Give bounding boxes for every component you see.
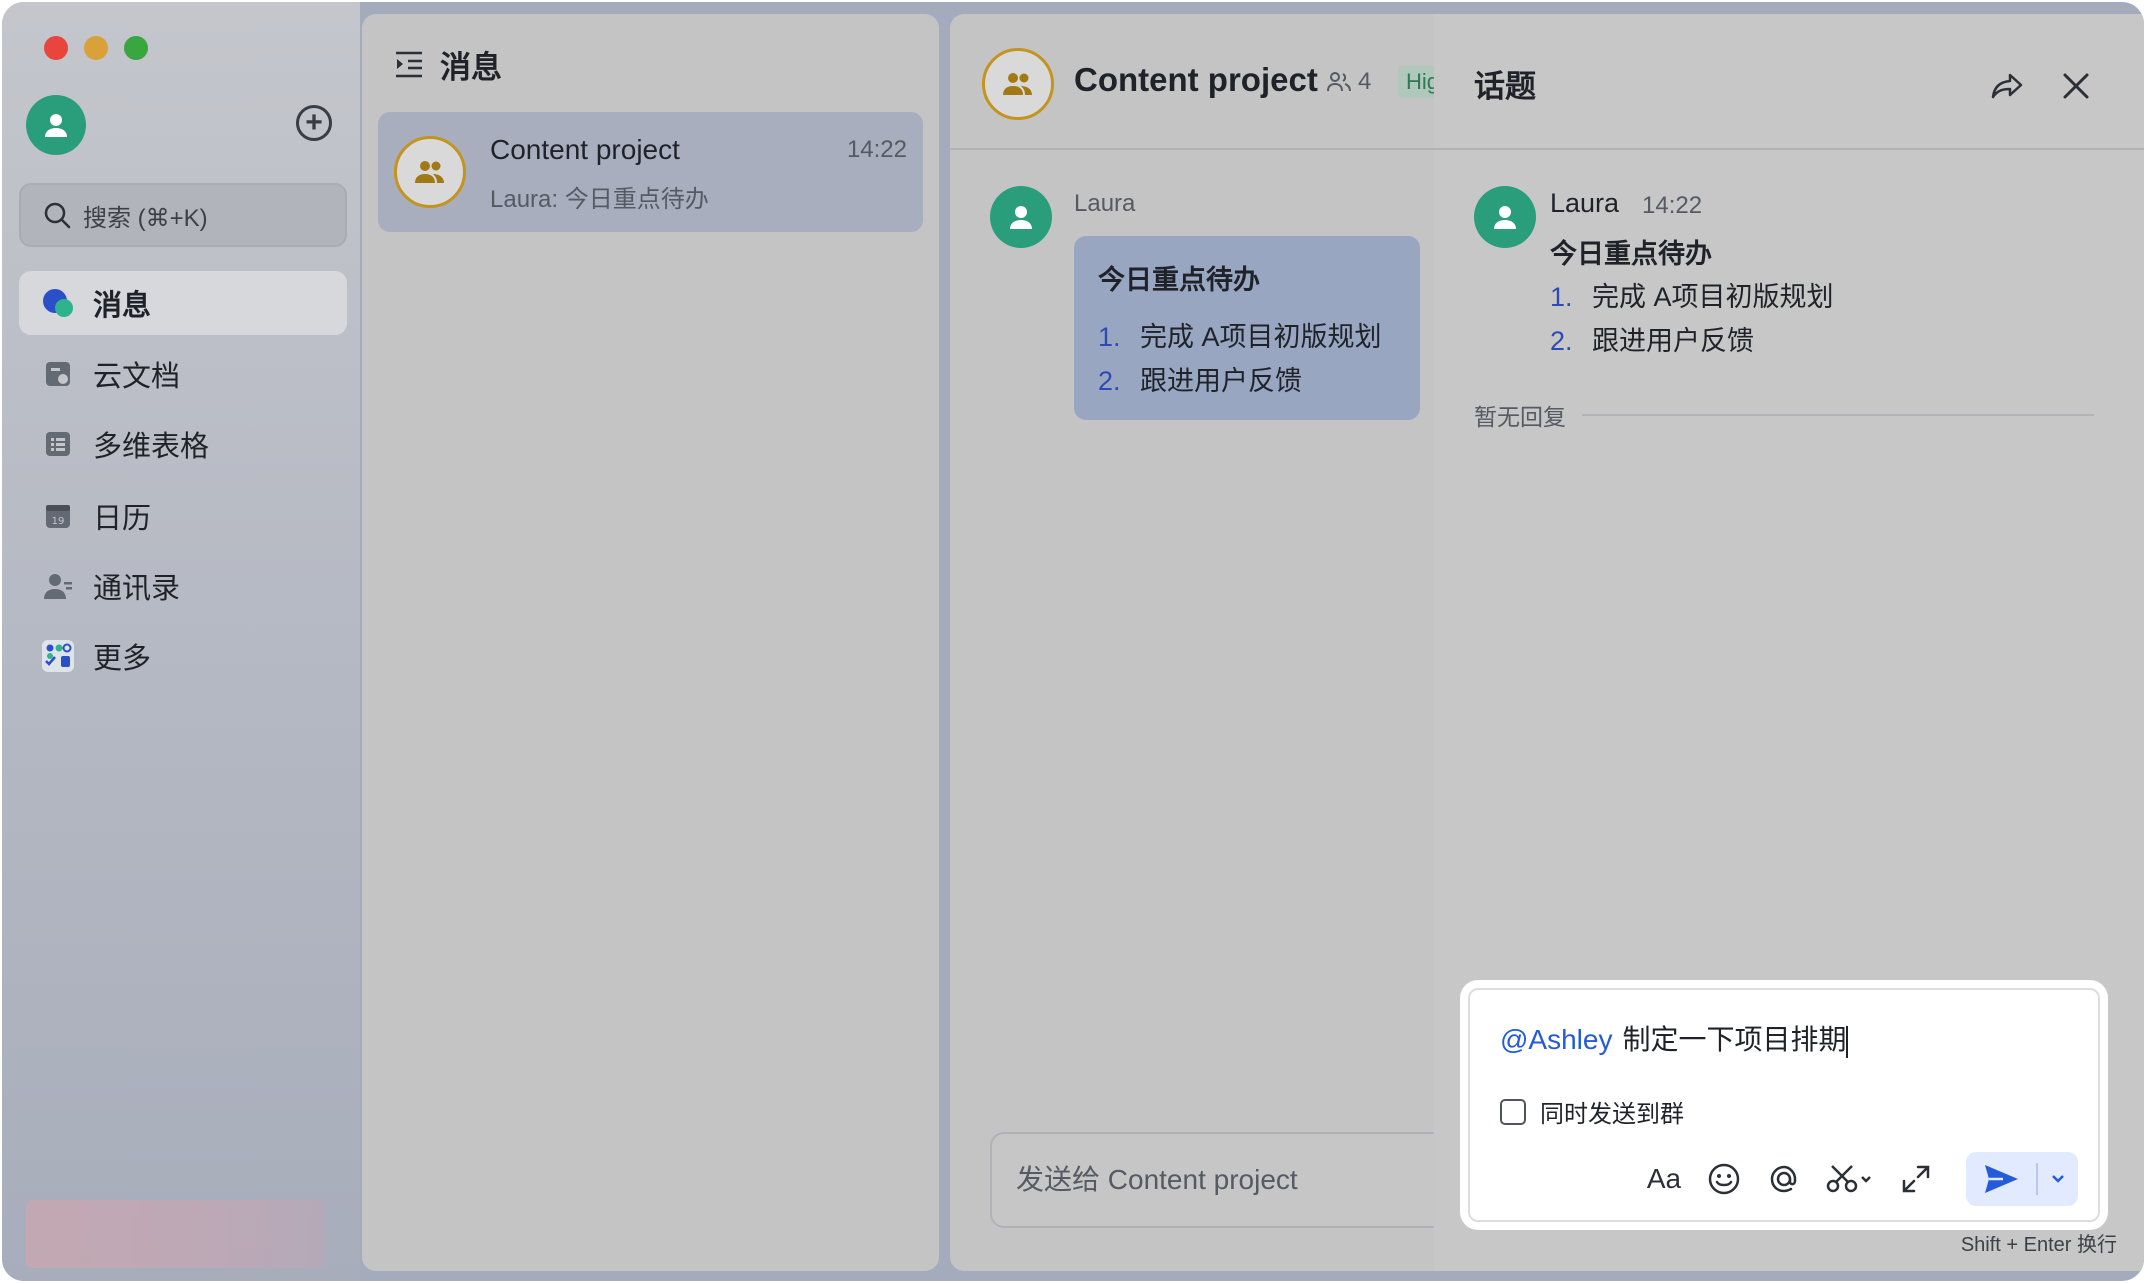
text-format-icon: Aa (1646, 1163, 1682, 1194)
no-reply-divider: 暂无回复 (1474, 398, 2094, 432)
member-count-value: 4 (1358, 68, 1372, 95)
sidebar-item-label: 更多 (93, 643, 152, 675)
thread-message-title: 今日重点待办 (1550, 239, 1712, 269)
messages-icon (41, 286, 75, 320)
mention-tag[interactable]: @Ashley (1500, 1024, 1612, 1055)
close-icon[interactable] (2056, 66, 2096, 106)
collapse-sidebar-icon[interactable] (394, 50, 424, 78)
group-icon (1003, 73, 1032, 95)
message-list-title: 消息 (440, 49, 502, 85)
share-icon[interactable] (1990, 68, 2026, 104)
sidebar-item-label: 通讯录 (93, 573, 181, 605)
send-button-group (1966, 1152, 2078, 1206)
more-apps-icon (41, 639, 75, 673)
emoji-button[interactable] (1702, 1157, 1746, 1201)
send-options-button[interactable] (2038, 1173, 2078, 1185)
also-send-checkbox[interactable] (1500, 1098, 1526, 1125)
thread-header: 话题 (1434, 14, 2144, 150)
message-title: 今日重点待办 (1098, 265, 1260, 295)
message-composer[interactable]: 发送给 Content project (990, 1132, 1510, 1228)
sidebar: + 搜索 (⌘+K) 消息 云文档 多维表格 19 日历 通讯录 更多 (2, 2, 360, 1281)
no-reply-label: 暂无回复 (1474, 404, 1566, 430)
plus-icon: + (305, 106, 323, 139)
thread-reply-box[interactable]: @Ashley 制定一下项目排期 同时发送到群 Aa (1468, 988, 2100, 1222)
at-icon (1770, 1165, 1797, 1193)
sidebar-item-more[interactable]: 更多 (19, 624, 347, 688)
svg-text:19: 19 (52, 516, 65, 527)
thread-title: 话题 (1474, 69, 1536, 104)
chat-item-time: 14:22 (846, 136, 907, 163)
list-item: 1. 完成 A项目初版规划 (1098, 322, 1382, 352)
list-item: 1. 完成 A项目初版规划 (1550, 282, 1834, 312)
chat-item-preview: Laura: 今日重点待办 (490, 186, 709, 213)
members-icon (1327, 72, 1351, 92)
create-button[interactable]: + (296, 105, 332, 141)
sidebar-item-label: 云文档 (93, 361, 181, 393)
text-format-button[interactable]: Aa (1642, 1157, 1686, 1201)
search-input[interactable]: 搜索 (⌘+K) (19, 183, 347, 247)
sidebar-item-docs[interactable]: 云文档 (19, 342, 347, 406)
composer-placeholder: 发送给 Content project (1016, 1164, 1298, 1195)
chevron-down-icon (2052, 1175, 2064, 1183)
sidebar-item-base[interactable]: 多维表格 (19, 412, 347, 476)
calendar-icon: 19 (41, 499, 75, 533)
member-count[interactable]: 4 (1326, 68, 1371, 96)
blurred-profile-area (26, 1200, 326, 1268)
base-icon (41, 427, 75, 461)
sidebar-item-calendar[interactable]: 19 日历 (19, 484, 347, 548)
reply-text: 制定一下项目排期 (1622, 1024, 1847, 1055)
send-button[interactable] (1966, 1152, 2036, 1206)
docs-icon (41, 357, 75, 391)
sender-avatar[interactable] (990, 186, 1052, 248)
shortcut-hint: Shift + Enter 换行 (1960, 1234, 2117, 1256)
thread-time: 14:22 (1642, 192, 1703, 219)
sidebar-item-label: 日历 (93, 503, 152, 535)
close-window-button[interactable] (44, 36, 68, 60)
chat-item-title: Content project (490, 134, 680, 165)
person-icon (1494, 206, 1516, 229)
chat-group-avatar[interactable] (982, 48, 1054, 120)
also-send-label: 同时发送到群 (1540, 1101, 1684, 1128)
message-list-panel: 消息 Content project 14:22 Laura: 今日重点待办 (362, 14, 939, 1271)
emoji-icon (1708, 1163, 1740, 1195)
sidebar-item-label: 消息 (93, 290, 152, 322)
thread-sender: Laura (1550, 188, 1620, 218)
search-icon (44, 202, 71, 229)
expand-button[interactable] (1894, 1157, 1938, 1201)
contacts-icon (41, 569, 75, 603)
send-icon (1985, 1165, 2018, 1193)
minimize-window-button[interactable] (84, 36, 108, 60)
screenshot-button[interactable] (1822, 1157, 1878, 1201)
message-list-header: 消息 (394, 42, 502, 86)
person-icon (45, 114, 67, 137)
sidebar-item-contacts[interactable]: 通讯录 (19, 554, 347, 618)
sidebar-item-messages[interactable]: 消息 (19, 271, 347, 335)
reply-input[interactable]: @Ashley 制定一下项目排期 (1500, 1018, 1849, 1058)
message-bubble[interactable]: 今日重点待办 1. 完成 A项目初版规划 2. 跟进用户反馈 (1074, 236, 1420, 420)
scissors-icon (1826, 1165, 1871, 1193)
chat-list-item[interactable]: Content project 14:22 Laura: 今日重点待办 (378, 112, 923, 232)
divider (1582, 414, 2094, 416)
thread-sender-avatar[interactable] (1474, 186, 1536, 248)
chat-title[interactable]: Content project (1074, 61, 1318, 99)
expand-icon (1902, 1165, 1930, 1193)
group-icon (415, 161, 444, 183)
search-placeholder: 搜索 (⌘+K) (83, 204, 208, 232)
maximize-window-button[interactable] (124, 36, 148, 60)
app-window: + 搜索 (⌘+K) 消息 云文档 多维表格 19 日历 通讯录 更多 消息 C… (2, 2, 2144, 1281)
list-item: 2. 跟进用户反馈 (1550, 326, 1754, 356)
sidebar-item-label: 多维表格 (93, 431, 210, 463)
user-avatar[interactable] (26, 95, 86, 155)
person-icon (1010, 206, 1032, 229)
group-avatar (394, 136, 466, 208)
list-item: 2. 跟进用户反馈 (1098, 366, 1302, 396)
mention-button[interactable] (1762, 1157, 1806, 1201)
message-sender: Laura (1074, 190, 1136, 217)
text-cursor (1846, 1025, 1849, 1058)
thread-message: 今日重点待办 1. 完成 A项目初版规划 2. 跟进用户反馈 (1550, 232, 1834, 363)
reply-toolbar: Aa (1626, 1152, 2078, 1206)
also-send-to-group[interactable]: 同时发送到群 (1500, 1094, 1684, 1129)
